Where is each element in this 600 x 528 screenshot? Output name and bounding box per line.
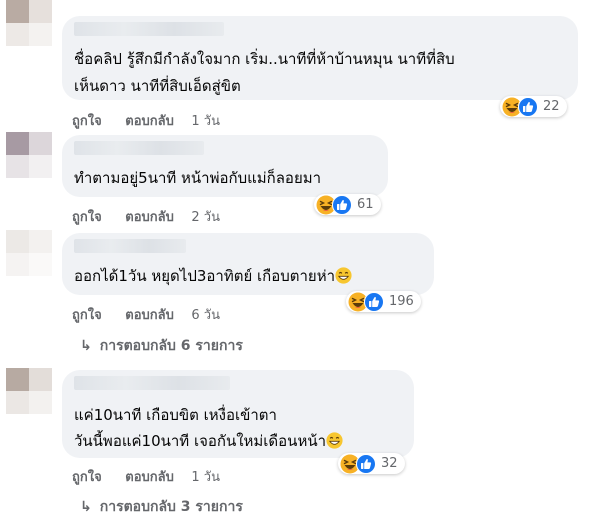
reaction-count: 22	[543, 99, 560, 114]
avatar[interactable]	[6, 0, 52, 46]
avatar[interactable]	[6, 230, 52, 276]
commenter-name-blurred[interactable]	[74, 22, 224, 36]
comment-timestamp[interactable]: 1 วัน	[191, 110, 220, 131]
grinning-emoji-icon	[335, 267, 352, 284]
view-replies-link[interactable]: ↳ การตอบกลับ 3 รายการ	[80, 496, 243, 518]
reaction-count: 32	[381, 456, 398, 471]
reply-action[interactable]: ตอบกลับ	[125, 110, 174, 131]
like-action[interactable]: ถูกใจ	[72, 110, 102, 131]
like-icon	[332, 194, 352, 215]
view-replies-link[interactable]: ↳ การตอบกลับ 6 รายการ	[80, 335, 243, 357]
comment-actions: ถูกใจ ตอบกลับ 6 วัน	[72, 304, 220, 325]
like-icon	[518, 96, 538, 117]
like-action[interactable]: ถูกใจ	[72, 206, 102, 227]
avatar[interactable]	[6, 132, 52, 178]
view-replies-label: การตอบกลับ 6 รายการ	[99, 338, 243, 354]
comment-text-line: ชื่อคลิป รู้สึกมีกำลังใจมาก เริ่ม..นาทีท…	[74, 50, 455, 68]
comment-bubble: ชื่อคลิป รู้สึกมีกำลังใจมาก เริ่ม..นาทีท…	[62, 16, 578, 100]
reactions-summary[interactable]: 32	[338, 453, 405, 474]
comment-text-line: แค่10นาที เกือบขิต เหงื่อเข้าตา	[74, 406, 277, 424]
comment-bubble: ทำตามอยู่5นาที หน้าพ่อกับแม่ก็ลอยมา	[62, 135, 388, 197]
comment-actions: ถูกใจ ตอบกลับ 2 วัน	[72, 206, 220, 227]
like-icon	[364, 291, 384, 312]
comment-text-line: เห็นดาว นาทีที่สิบเอ็ดสู่ขิต	[74, 77, 241, 95]
commenter-name-blurred[interactable]	[74, 141, 204, 155]
reply-action[interactable]: ตอบกลับ	[125, 466, 174, 487]
reactions-summary[interactable]: 22	[500, 96, 567, 117]
comment-timestamp[interactable]: 1 วัน	[191, 466, 220, 487]
avatar[interactable]	[6, 368, 52, 414]
like-action[interactable]: ถูกใจ	[72, 304, 102, 325]
like-icon	[356, 453, 376, 474]
reply-arrow-icon: ↳	[80, 338, 92, 354]
reaction-count: 61	[357, 197, 374, 212]
reply-arrow-icon: ↳	[80, 499, 92, 515]
comment-text-line: วันนี้พอแค่10นาที เจอกันใหม่เดือนหน้า	[74, 428, 343, 455]
comment-actions: ถูกใจ ตอบกลับ 1 วัน	[72, 110, 220, 131]
like-action[interactable]: ถูกใจ	[72, 466, 102, 487]
comment-actions: ถูกใจ ตอบกลับ 1 วัน	[72, 466, 220, 487]
reply-action[interactable]: ตอบกลับ	[125, 304, 174, 325]
reply-action[interactable]: ตอบกลับ	[125, 206, 174, 227]
comment-bubble: แค่10นาที เกือบขิต เหงื่อเข้าตา วันนี้พอ…	[62, 370, 414, 458]
grinning-emoji-icon	[326, 432, 343, 449]
reactions-summary[interactable]: 196	[346, 291, 421, 312]
comment-text-line: ทำตามอยู่5นาที หน้าพ่อกับแม่ก็ลอยมา	[74, 169, 322, 187]
comment-text-line: ออกได้1วัน หยุดไป3อาทิตย์ เกือบตายห่า	[74, 263, 352, 290]
view-replies-label: การตอบกลับ 3 รายการ	[99, 499, 243, 515]
reactions-summary[interactable]: 61	[314, 194, 381, 215]
reaction-count: 196	[389, 294, 414, 309]
commenter-name-blurred[interactable]	[74, 239, 186, 253]
comment-timestamp[interactable]: 2 วัน	[191, 206, 220, 227]
comment-timestamp[interactable]: 6 วัน	[191, 304, 220, 325]
commenter-name-blurred[interactable]	[74, 376, 230, 390]
comment-bubble: ออกได้1วัน หยุดไป3อาทิตย์ เกือบตายห่า	[62, 233, 434, 295]
